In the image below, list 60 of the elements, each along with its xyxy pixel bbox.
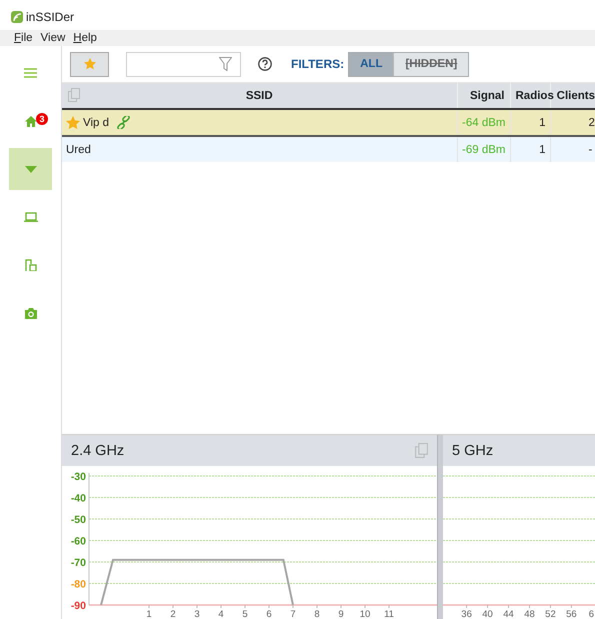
menu-item[interactable]: Help [69, 32, 101, 44]
axis-label: 52 [545, 609, 556, 618]
nav-item[interactable] [9, 148, 52, 190]
axis-label: 7 [290, 609, 296, 618]
axis-label: 9 [338, 609, 344, 618]
app-logo-icon [11, 11, 23, 23]
column-header[interactable]: Signal [457, 83, 510, 109]
filter-tab[interactable]: [HIDDEN] [393, 52, 468, 76]
signal-cell: -64 dBm [457, 109, 510, 136]
axis-label: 5 [242, 609, 248, 618]
favorites-button[interactable] [70, 52, 109, 76]
axis-label: -40 [70, 492, 86, 504]
axis-label: 2 [170, 609, 176, 618]
axis-label: 48 [524, 609, 535, 618]
camera-icon[interactable] [24, 308, 36, 318]
devices-icon[interactable] [24, 259, 36, 271]
panel-title: 2.4 GHz [71, 442, 124, 458]
copy-icon[interactable] [415, 443, 428, 458]
radios-cell: 1 [510, 109, 550, 136]
axis-label: 10 [360, 609, 370, 618]
filter-icon [219, 57, 232, 71]
star-icon [84, 58, 96, 70]
axis-label: 4 [218, 609, 224, 618]
axis-label: 8 [314, 609, 320, 618]
ssid-cell: Ured [66, 144, 91, 156]
axis-label: 3 [194, 609, 200, 618]
clients-cell: - [550, 136, 595, 162]
column-header[interactable]: SSID [246, 90, 273, 102]
menu-item[interactable]: View [36, 32, 70, 44]
axis-label: -80 [70, 578, 86, 590]
axis-label: 40 [482, 609, 493, 618]
axis-label: -50 [70, 514, 86, 526]
help-icon[interactable] [258, 57, 272, 71]
axis-label: 1 [146, 609, 152, 618]
axis-label: 6 [266, 609, 272, 618]
axis-label: -90 [70, 600, 86, 612]
menu-icon[interactable] [24, 68, 37, 78]
filters-label: FILTERS: [291, 57, 344, 71]
panel-title: 5 GHz [452, 442, 494, 458]
window-title: inSSIDer [26, 10, 74, 24]
axis-label: 6 [588, 609, 594, 618]
notification-badge: 3 [36, 113, 48, 125]
axis-label: 11 [384, 609, 394, 618]
signal-cell: -69 dBm [457, 136, 510, 162]
axis-label: 36 [461, 609, 472, 618]
home-icon[interactable] [24, 116, 36, 126]
nav-item[interactable]: 3 [9, 100, 52, 142]
clients-cell: 2 [550, 109, 595, 136]
radios-cell: 1 [510, 136, 550, 162]
axis-label: -60 [70, 536, 86, 548]
axis-label: 56 [566, 609, 577, 618]
axis-label: -70 [70, 557, 86, 569]
ssid-cell: Vip d [83, 116, 110, 128]
favorite-star-icon[interactable] [66, 116, 80, 130]
menu-item[interactable]: File [10, 32, 37, 44]
laptop-icon[interactable] [24, 212, 38, 222]
axis-label: -30 [70, 471, 86, 483]
copy-icon[interactable] [68, 88, 80, 102]
search-field[interactable] [126, 52, 241, 76]
axis-label: 44 [503, 609, 514, 618]
